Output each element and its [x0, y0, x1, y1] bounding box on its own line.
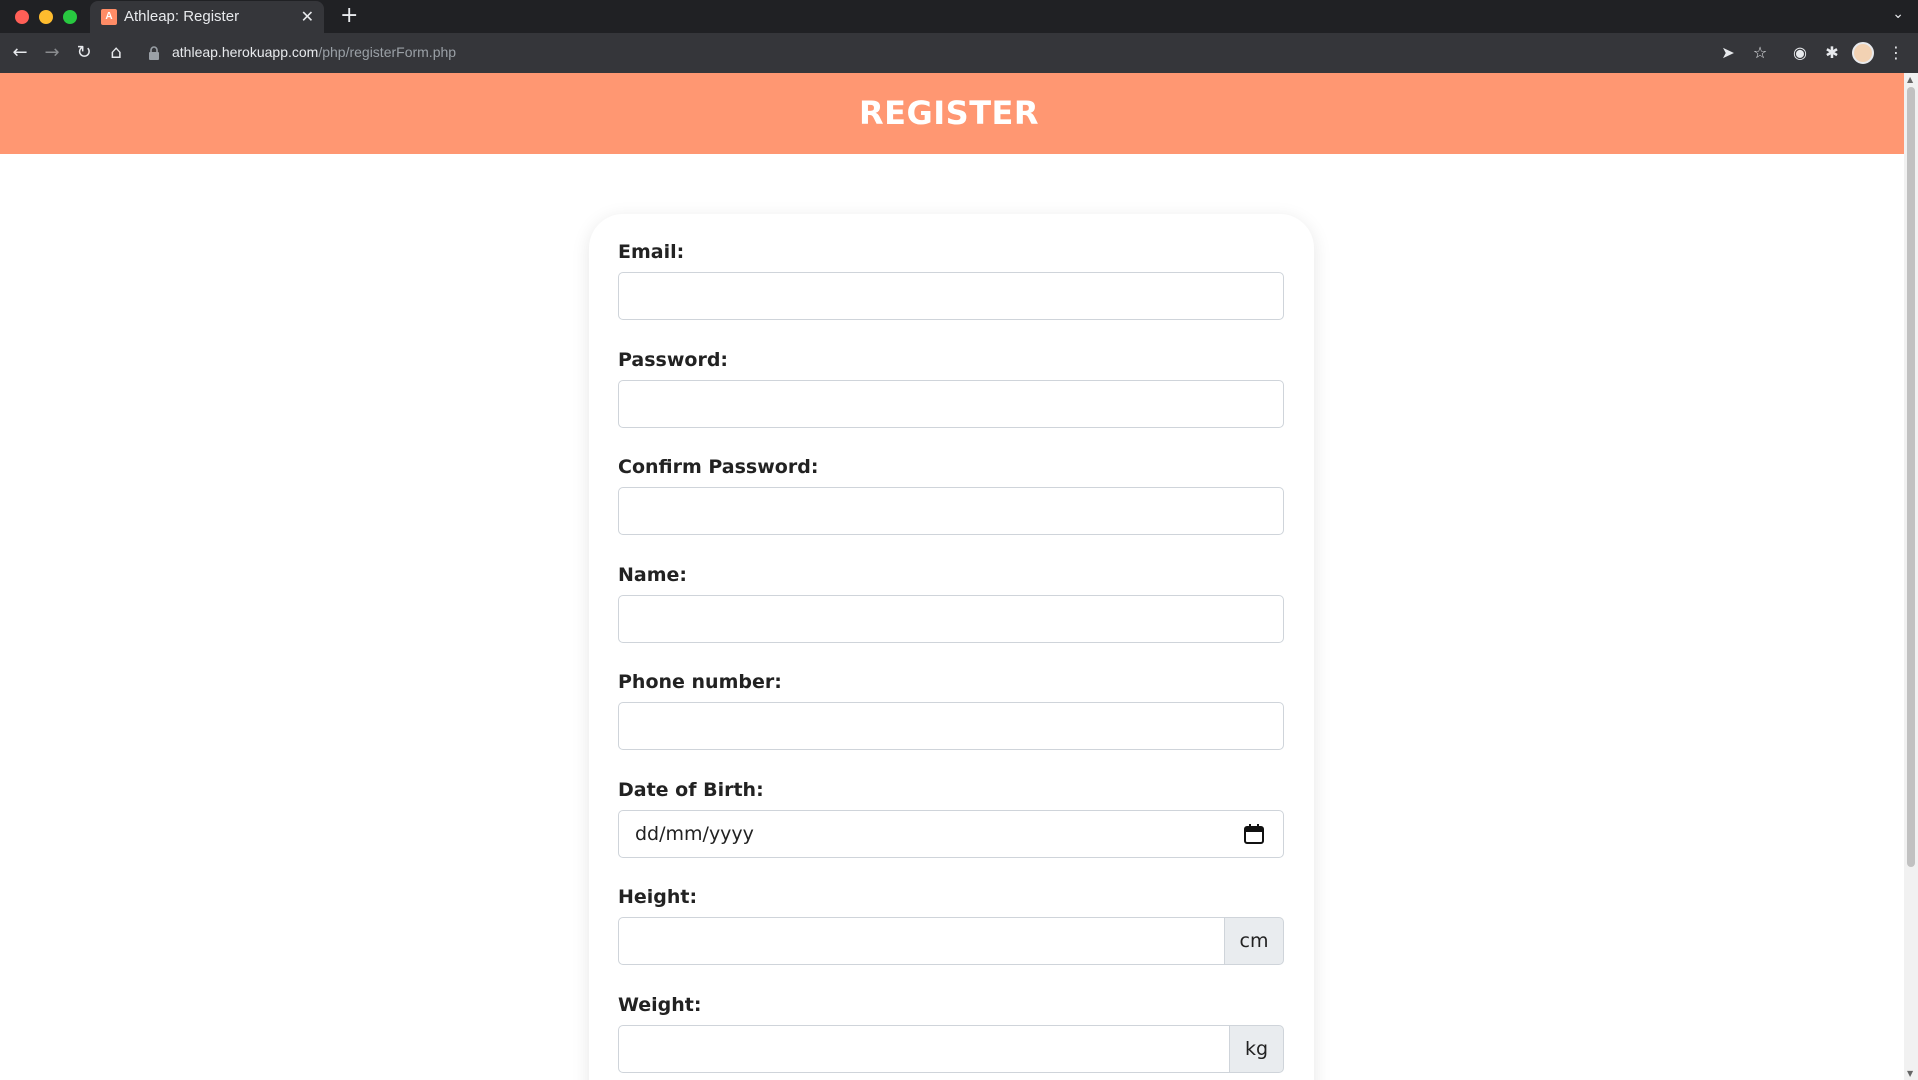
extensions-puzzle-icon[interactable]: ✱: [1820, 41, 1844, 65]
dob-label: Date of Birth:: [618, 779, 764, 801]
favicon-icon: A: [101, 9, 117, 25]
tab-title: Athleap: Register: [124, 8, 240, 25]
browser-tab-active[interactable]: A Athleap: Register ✕: [90, 1, 324, 33]
url-path: /php/registerForm.php: [318, 44, 457, 60]
window-maximize-button[interactable]: [63, 10, 77, 24]
page-scrollbar[interactable]: ▲ ▼: [1904, 73, 1918, 1080]
address-bar[interactable]: athleap.herokuapp.com/php/registerForm.p…: [172, 44, 456, 60]
scroll-up-arrow-icon[interactable]: ▲: [1907, 75, 1913, 84]
send-tab-icon[interactable]: ➤: [1716, 41, 1740, 65]
password-label: Password:: [618, 349, 729, 371]
tab-close-icon[interactable]: ✕: [301, 7, 314, 26]
reload-icon[interactable]: ↻: [72, 41, 96, 65]
email-label: Email:: [618, 241, 685, 263]
forward-arrow-icon[interactable]: →: [40, 41, 64, 65]
lock-icon: [149, 46, 159, 60]
name-label: Name:: [618, 564, 688, 586]
phone-field[interactable]: [618, 702, 1284, 750]
email-field[interactable]: [618, 272, 1284, 320]
profile-avatar[interactable]: [1852, 42, 1874, 64]
height-input-group: cm: [618, 917, 1284, 965]
window-minimize-button[interactable]: [39, 10, 53, 24]
page-content: REGISTER Email: Password: Confirm Passwo…: [0, 73, 1904, 1080]
new-tab-icon[interactable]: +: [340, 3, 358, 28]
browser-toolbar: ← → ↻ ⌂ athleap.herokuapp.com/php/regist…: [0, 33, 1918, 73]
page-title: REGISTER: [858, 94, 1040, 132]
register-form-card: Email: Password: Confirm Password: Name:…: [589, 214, 1314, 1080]
page-header: REGISTER: [0, 73, 1904, 154]
back-arrow-icon[interactable]: ←: [8, 41, 32, 65]
weight-label: Weight:: [618, 994, 702, 1016]
browser-menu-icon[interactable]: ⋮: [1884, 41, 1908, 65]
scrollbar-thumb[interactable]: [1907, 87, 1915, 867]
dob-placeholder: dd/mm/yyyy: [635, 823, 754, 845]
weight-input-group: kg: [618, 1025, 1284, 1073]
confirm-password-field[interactable]: [618, 487, 1284, 535]
home-icon[interactable]: ⌂: [104, 41, 128, 65]
height-label: Height:: [618, 886, 698, 908]
url-host: athleap.herokuapp.com: [172, 44, 319, 60]
tab-search-chevron-icon[interactable]: ⌄: [1892, 6, 1904, 22]
window-close-button[interactable]: [15, 10, 29, 24]
browser-tab-bar: A Athleap: Register ✕ + ⌄: [0, 0, 1918, 33]
extension-glasses-icon[interactable]: ◉: [1788, 41, 1812, 65]
phone-label: Phone number:: [618, 671, 782, 693]
calendar-icon[interactable]: [1243, 823, 1265, 845]
height-field[interactable]: [618, 917, 1225, 965]
password-field[interactable]: [618, 380, 1284, 428]
weight-field[interactable]: [618, 1025, 1230, 1073]
weight-unit-addon: kg: [1230, 1025, 1284, 1073]
bookmark-star-icon[interactable]: ☆: [1748, 41, 1772, 65]
name-field[interactable]: [618, 595, 1284, 643]
confirm-password-label: Confirm Password:: [618, 456, 819, 478]
dob-field[interactable]: dd/mm/yyyy: [618, 810, 1284, 858]
height-unit-addon: cm: [1225, 917, 1284, 965]
scroll-down-arrow-icon[interactable]: ▼: [1907, 1069, 1913, 1078]
